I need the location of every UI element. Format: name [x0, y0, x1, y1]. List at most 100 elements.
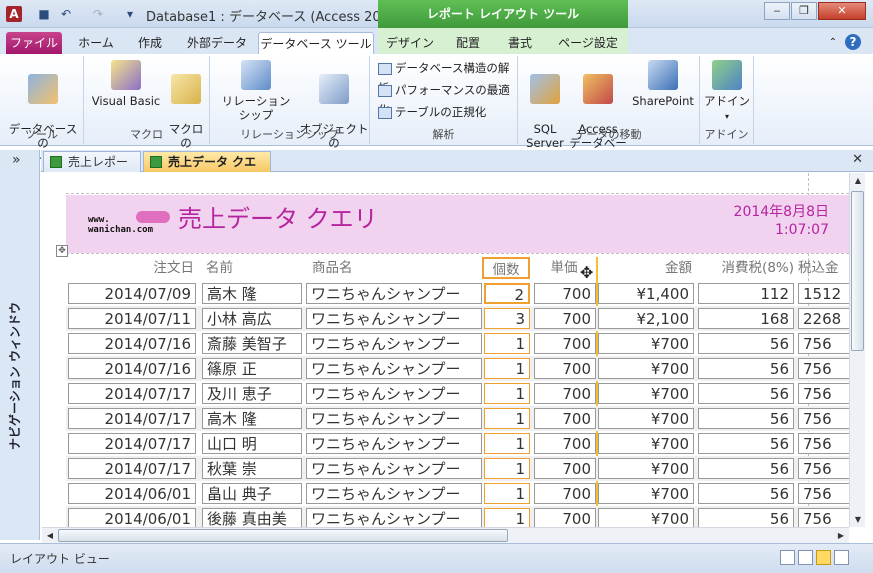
cell-product[interactable]: ワニちゃんシャンプー [306, 508, 482, 527]
cell-amount[interactable]: ¥1,400 [598, 283, 694, 304]
tab-page-setup[interactable]: ページ設定 [550, 32, 626, 54]
cell-total[interactable]: 756 [798, 408, 849, 429]
tab-arrange[interactable]: 配置 [446, 32, 490, 54]
analyze-table-button[interactable]: テーブルの正規化 [378, 102, 486, 122]
tab-create[interactable]: 作成 [126, 32, 174, 54]
cell-quantity[interactable]: 1 [484, 383, 530, 404]
minimize-button[interactable]: ‒ [764, 2, 790, 20]
col-header-total[interactable]: 税込金 [798, 257, 849, 279]
cell-product[interactable]: ワニちゃんシャンプー [306, 358, 482, 379]
addins-button[interactable]: アドイン ▾ [704, 60, 750, 124]
layout-view-icon[interactable] [816, 550, 831, 565]
cell-total[interactable]: 2268 [798, 308, 849, 329]
report-title[interactable]: 売上データ クエリ [178, 199, 378, 234]
cell-total[interactable]: 756 [798, 508, 849, 527]
cell-quantity[interactable]: 1 [484, 358, 530, 379]
cell-total[interactable]: 756 [798, 483, 849, 504]
tab-external-data[interactable]: 外部データ [178, 32, 256, 54]
cell-order-date[interactable]: 2014/07/16 [68, 358, 196, 379]
col-header-tax[interactable]: 消費税(8%) [698, 257, 794, 279]
cell-name[interactable]: 高木 隆 [202, 283, 302, 304]
navigation-pane-label[interactable]: ナビゲーション ウィンドウ [6, 250, 23, 450]
redo-icon[interactable]: ↷ [90, 6, 106, 22]
tab-format[interactable]: 書式 [496, 32, 544, 54]
col-header-name[interactable]: 名前 [206, 257, 302, 279]
cell-order-date[interactable]: 2014/07/17 [68, 383, 196, 404]
cell-total[interactable]: 756 [798, 458, 849, 479]
cell-name[interactable]: 小林 高広 [202, 308, 302, 329]
access-database-button[interactable]: Access データベース [568, 60, 628, 164]
cell-total[interactable]: 756 [798, 358, 849, 379]
relationships-button[interactable]: リレーションシップ [216, 60, 296, 122]
col-header-amount[interactable]: 金額 [596, 257, 692, 279]
cell-order-date[interactable]: 2014/07/09 [68, 283, 196, 304]
cell-unit-price[interactable]: 700 [534, 283, 596, 304]
cell-product[interactable]: ワニちゃんシャンプー [306, 408, 482, 429]
cell-tax[interactable]: 112 [698, 283, 794, 304]
cell-order-date[interactable]: 2014/06/01 [68, 508, 196, 527]
cell-name[interactable]: 秋葉 崇 [202, 458, 302, 479]
cell-quantity[interactable]: 1 [484, 408, 530, 429]
cell-quantity[interactable]: 1 [484, 483, 530, 504]
cell-unit-price[interactable]: 700 [534, 358, 596, 379]
cell-amount[interactable]: ¥700 [598, 333, 694, 354]
print-preview-icon[interactable] [798, 550, 813, 565]
cell-amount[interactable]: ¥700 [598, 408, 694, 429]
cell-tax[interactable]: 56 [698, 458, 794, 479]
cell-quantity[interactable]: 1 [484, 508, 530, 527]
cell-tax[interactable]: 56 [698, 508, 794, 527]
tab-database-tools[interactable]: データベース ツール [258, 32, 374, 54]
cell-total[interactable]: 756 [798, 333, 849, 354]
cell-quantity[interactable]: 1 [484, 458, 530, 479]
cell-name[interactable]: 高木 隆 [202, 408, 302, 429]
cell-name[interactable]: 山口 明 [202, 433, 302, 454]
report-view-icon[interactable] [780, 550, 795, 565]
cell-quantity[interactable]: 1 [484, 333, 530, 354]
cell-unit-price[interactable]: 700 [534, 308, 596, 329]
analyze-performance-button[interactable]: パフォーマンスの最適化 [378, 80, 517, 117]
cell-total[interactable]: 756 [798, 383, 849, 404]
col-header-product[interactable]: 商品名 [312, 257, 482, 279]
cell-order-date[interactable]: 2014/07/17 [68, 408, 196, 429]
cell-quantity[interactable]: 3 [484, 308, 530, 329]
cell-product[interactable]: ワニちゃんシャンプー [306, 308, 482, 329]
access-app-icon[interactable]: A [6, 6, 22, 22]
undo-icon[interactable]: ↶ [58, 6, 74, 22]
cell-name[interactable]: 斎藤 美智子 [202, 333, 302, 354]
cell-order-date[interactable]: 2014/07/16 [68, 333, 196, 354]
cell-amount[interactable]: ¥700 [598, 358, 694, 379]
save-icon[interactable]: ■ [36, 6, 52, 22]
cell-order-date[interactable]: 2014/07/11 [68, 308, 196, 329]
horizontal-scroll-thumb[interactable] [58, 529, 508, 542]
cell-order-date[interactable]: 2014/07/17 [68, 433, 196, 454]
scroll-up-icon[interactable]: ▲ [850, 176, 866, 185]
cell-tax[interactable]: 56 [698, 333, 794, 354]
cell-tax[interactable]: 56 [698, 383, 794, 404]
cell-amount[interactable]: ¥700 [598, 433, 694, 454]
cell-unit-price[interactable]: 700 [534, 408, 596, 429]
tab-design[interactable]: デザイン [382, 32, 438, 54]
minimize-ribbon-icon[interactable]: ⌃ [826, 32, 840, 54]
cell-tax[interactable]: 56 [698, 433, 794, 454]
cell-tax[interactable]: 168 [698, 308, 794, 329]
cell-product[interactable]: ワニちゃんシャンプー [306, 483, 482, 504]
help-icon[interactable]: ? [845, 34, 861, 50]
report-date[interactable]: 2014年8月8日 [734, 201, 829, 221]
run-macro-button[interactable]: マクロの 実行 [164, 60, 208, 164]
layout-selector-icon[interactable]: ✥ [56, 245, 68, 257]
navigation-pane[interactable]: » ナビゲーション ウィンドウ [0, 150, 40, 540]
sharepoint-button[interactable]: SharePoint [630, 60, 696, 108]
cell-product[interactable]: ワニちゃんシャンプー [306, 333, 482, 354]
database-documenter-button[interactable]: データベース構造の解析 [378, 58, 517, 95]
cell-tax[interactable]: 56 [698, 358, 794, 379]
cell-unit-price[interactable]: 700 [534, 383, 596, 404]
close-document-icon[interactable]: ✕ [852, 152, 863, 167]
col-header-order-date[interactable]: 注文日 [66, 257, 195, 279]
cell-unit-price[interactable]: 700 [534, 333, 596, 354]
doc-tab-sales-report[interactable]: 売上レポート [43, 151, 141, 189]
customize-qat-icon[interactable]: ▾ [122, 6, 138, 22]
cell-product[interactable]: ワニちゃんシャンプー [306, 383, 482, 404]
cell-name[interactable]: 篠原 正 [202, 358, 302, 379]
cell-order-date[interactable]: 2014/06/01 [68, 483, 196, 504]
visual-basic-button[interactable]: Visual Basic [90, 60, 162, 108]
